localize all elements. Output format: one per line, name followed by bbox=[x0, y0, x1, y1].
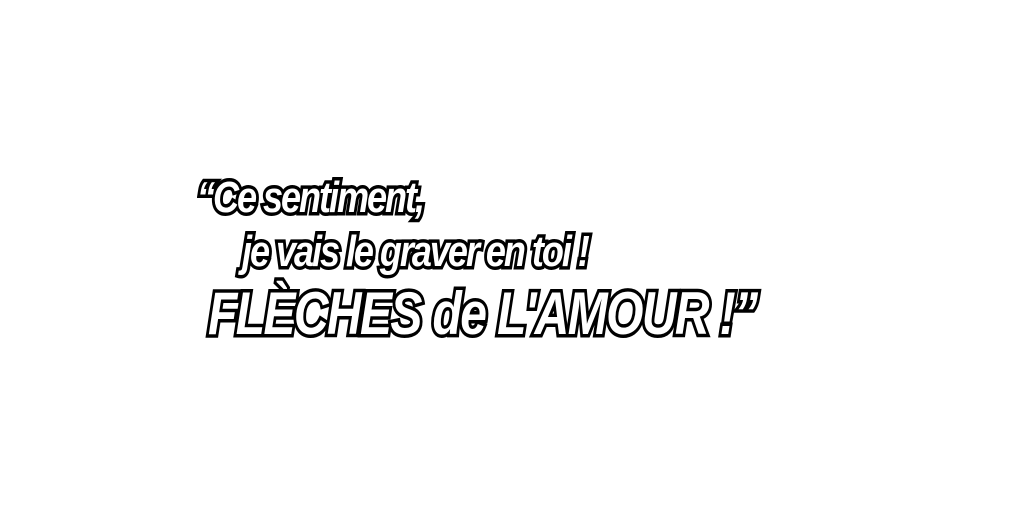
quote-line-1: “Ce sentiment, bbox=[194, 172, 428, 223]
caption-canvas: “Ce sentiment, je vais le graver en toi … bbox=[0, 0, 1024, 512]
quote-line-3-title: FLÈCHES de L'AMOUR !” bbox=[205, 280, 761, 347]
quote-line-2: je vais le graver en toi ! bbox=[239, 226, 593, 277]
